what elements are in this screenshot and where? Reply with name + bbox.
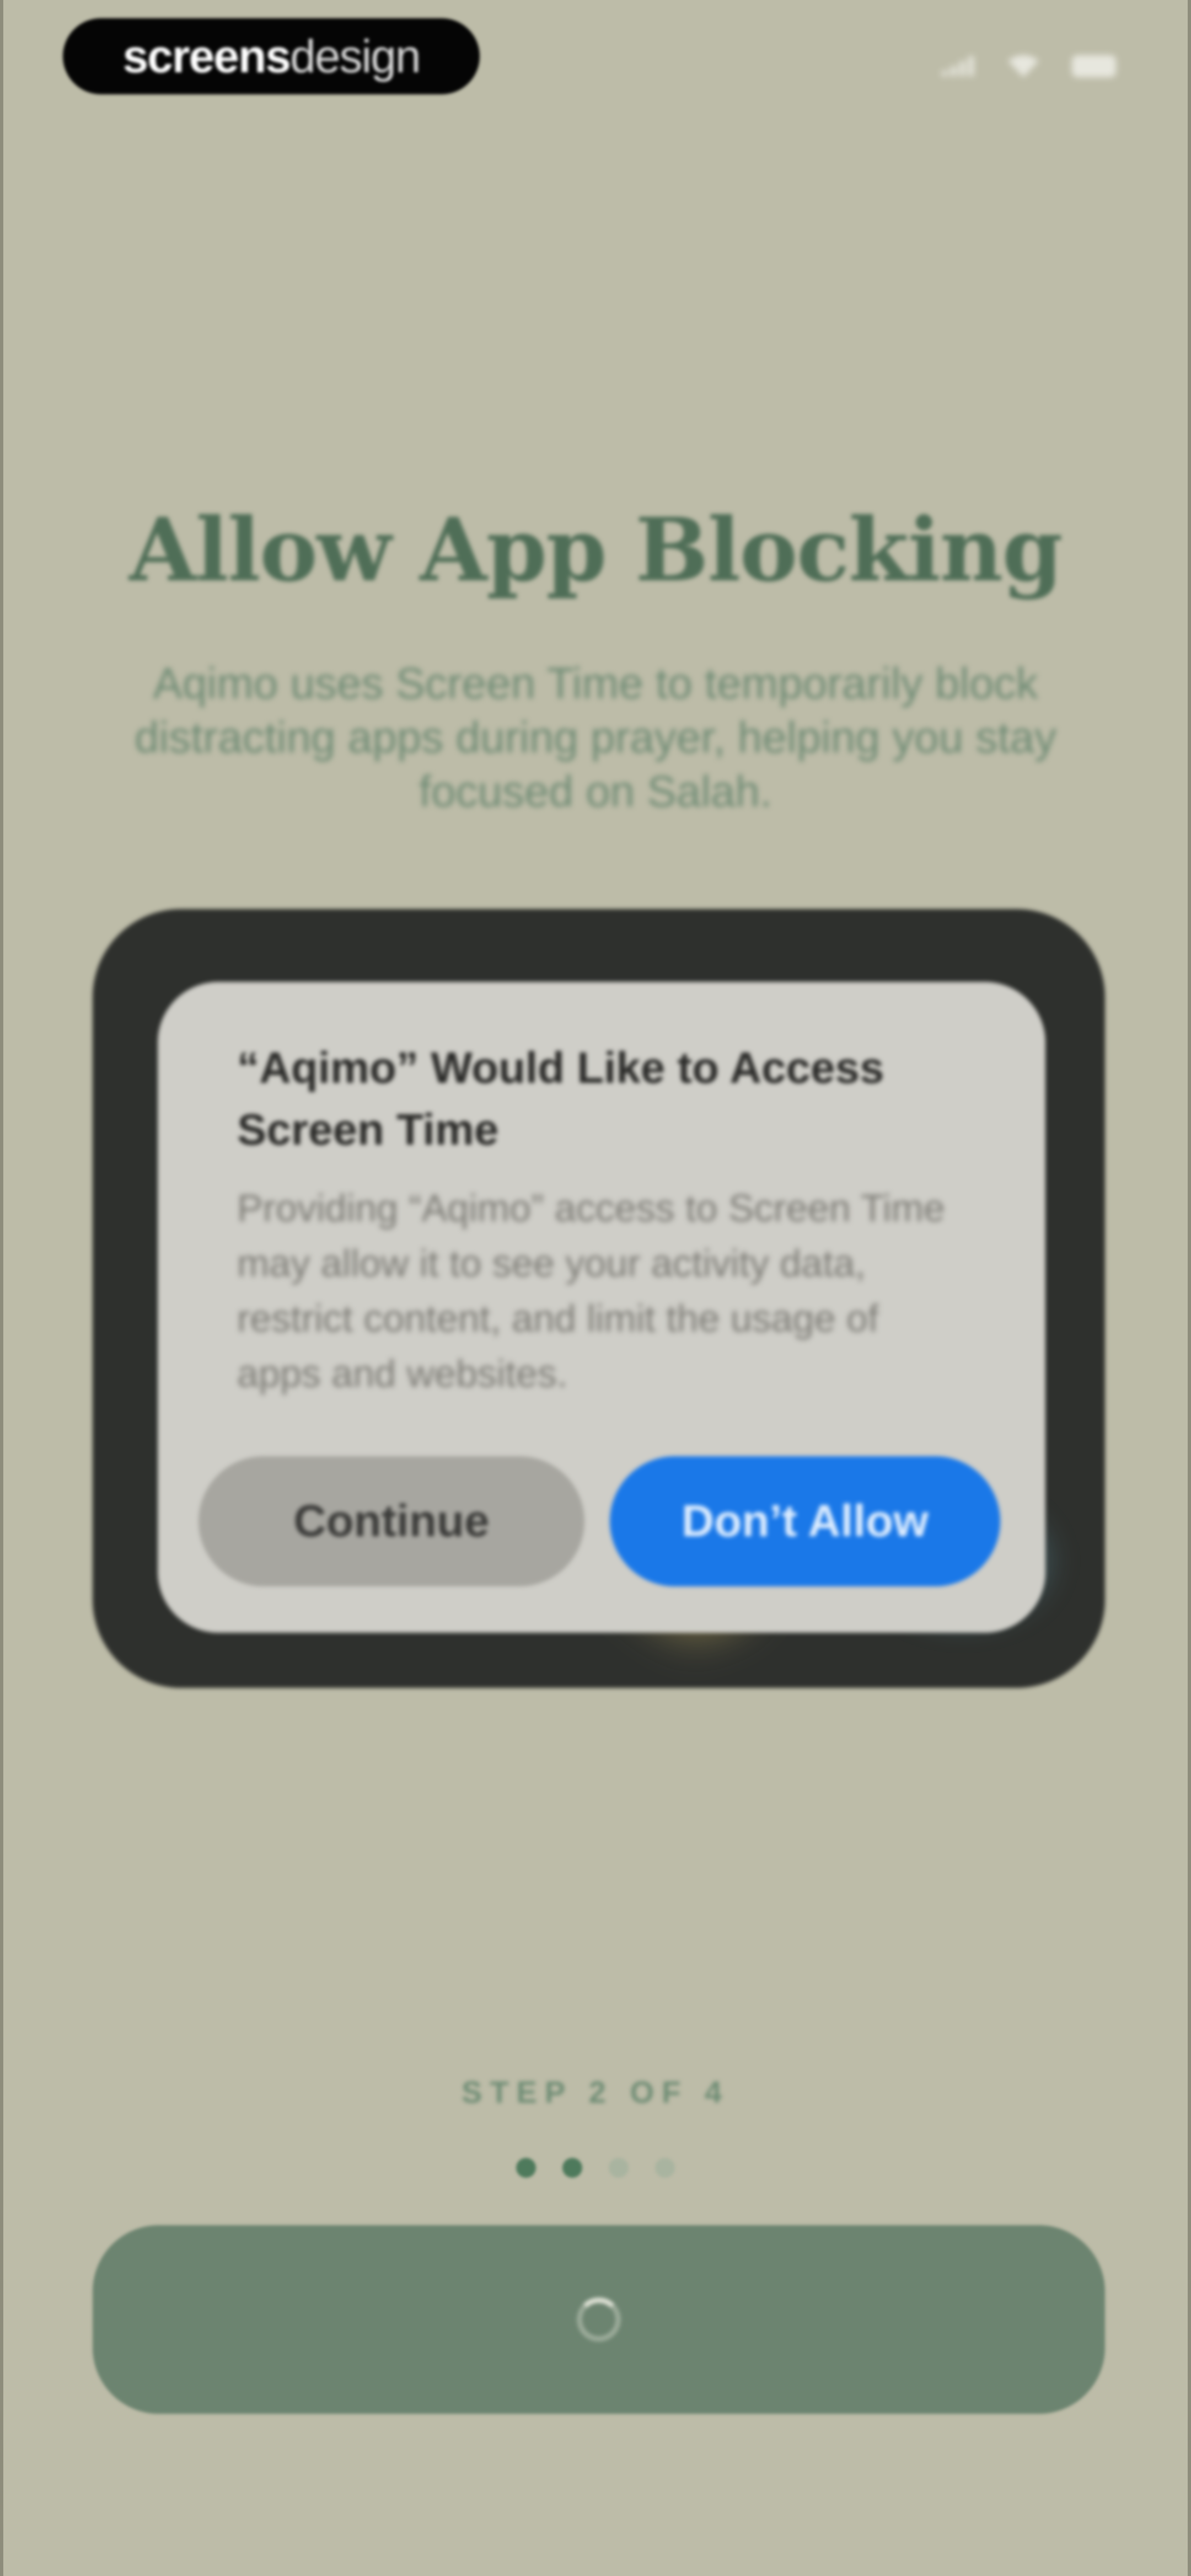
signal-icon	[942, 56, 974, 76]
spinner-icon	[577, 2297, 621, 2342]
dont-allow-button[interactable]: Don’t Allow	[610, 1456, 1000, 1586]
step-indicator-label: STEP 2 OF 4	[462, 2075, 729, 2109]
page-subtitle: Aqimo uses Screen Time to temporarily bl…	[134, 659, 1057, 816]
battery-icon	[1072, 55, 1116, 77]
dialog-body: Providing “Aqimo” access to Screen Time …	[237, 1187, 945, 1395]
watermark-light: design	[290, 30, 421, 82]
page-dots	[3, 2158, 1188, 2178]
status-bar	[942, 55, 1116, 77]
screensdesign-watermark: screens design	[63, 18, 480, 94]
continue-button[interactable]: Continue	[198, 1456, 584, 1586]
continue-cta-button[interactable]	[93, 2225, 1105, 2414]
page-dot-1	[516, 2158, 536, 2178]
page-title: Allow App Blocking	[129, 499, 1063, 601]
dialog-title: “Aqimo” Would Like to Access Screen Time	[237, 1043, 884, 1154]
watermark-strong: screens	[122, 30, 291, 82]
page-dot-4	[655, 2158, 675, 2178]
wifi-icon	[1008, 55, 1039, 77]
page-dot-2	[562, 2158, 582, 2178]
page-dot-3	[609, 2158, 629, 2178]
onboarding-screen: screens design Allow App Blocking Aqimo u…	[0, 0, 1191, 2576]
